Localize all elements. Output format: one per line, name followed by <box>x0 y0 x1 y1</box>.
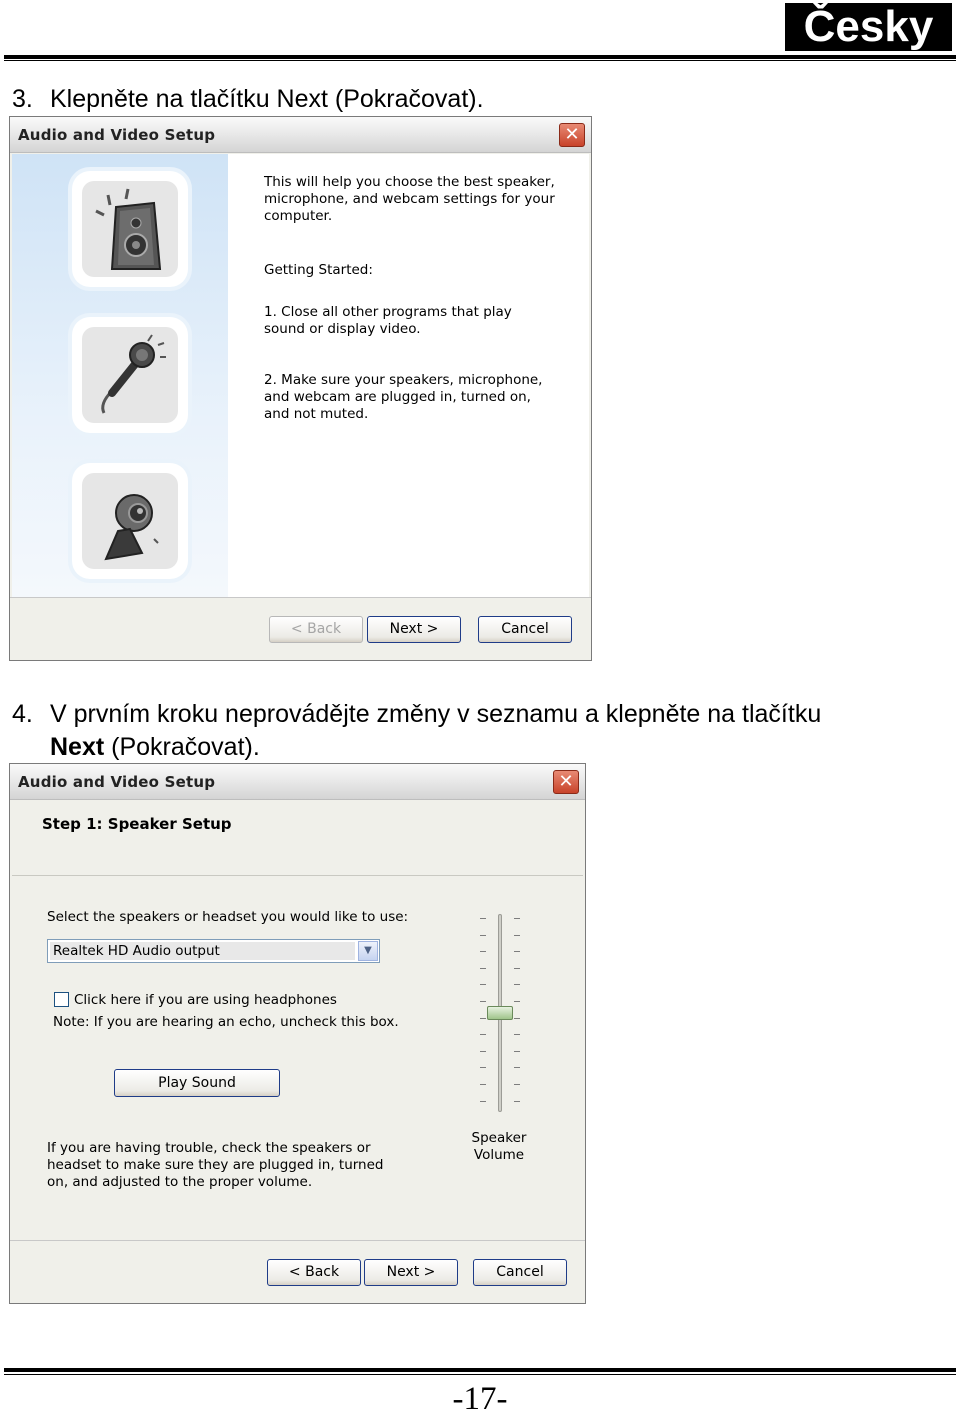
microphone-icon <box>101 334 166 414</box>
title-bar: Audio and Video Setup ✕ <box>10 764 585 800</box>
trouble-text: If you are having trouble, check the spe… <box>47 1140 384 1190</box>
chevron-down-icon[interactable]: ▼ <box>358 941 378 961</box>
step-3: 3. Klepněte na tlačítku Next (Pokračovat)… <box>12 83 484 115</box>
slider-tick <box>480 934 486 936</box>
slider-tick <box>514 984 520 986</box>
slider-tick <box>480 1050 486 1052</box>
sidebar-panel <box>12 154 228 597</box>
close-icon[interactable]: ✕ <box>553 770 579 794</box>
slider-tick <box>514 951 520 953</box>
next-button[interactable]: Next > <box>364 1259 458 1286</box>
footer-divider <box>10 597 591 598</box>
step-number: 3. <box>12 85 33 113</box>
speaker-icon <box>95 188 162 270</box>
footer-divider <box>10 1240 585 1241</box>
step-text-line1: V prvním kroku neprovádějte změny v sezn… <box>50 700 822 728</box>
headphones-checkbox[interactable] <box>54 992 69 1007</box>
slider-tick <box>514 967 520 969</box>
header-rule-thin <box>4 60 956 61</box>
step-number: 4. <box>12 700 33 728</box>
step-header: Step 1: Speaker Setup <box>12 801 583 876</box>
slider-tick <box>514 1034 520 1036</box>
step-4: 4. V prvním kroku neprovádějte změny v se… <box>12 698 821 730</box>
slider-tick <box>514 1001 520 1002</box>
instruction-1: 1. Close all other programs that play so… <box>264 304 512 337</box>
speaker-volume-label: Speaker Volume <box>471 1130 527 1163</box>
step-bold-word: Next <box>50 733 105 761</box>
slider-tick <box>514 1017 520 1019</box>
language-badge: Česky <box>785 3 952 51</box>
close-icon[interactable]: ✕ <box>559 123 585 147</box>
slider-tick <box>480 1017 486 1019</box>
slider-tick <box>514 1067 520 1069</box>
getting-started-label: Getting Started: <box>264 262 373 278</box>
headphones-checkbox-label[interactable]: Click here if you are using headphones <box>74 992 337 1009</box>
step-title: Step 1: Speaker Setup <box>42 815 232 833</box>
slider-tick <box>480 1067 486 1069</box>
step-text: Klepněte na tlačítku Next (Pokračovat). <box>50 85 484 113</box>
intro-text: This will help you choose the best speak… <box>264 174 555 224</box>
cancel-button[interactable]: Cancel <box>478 616 572 643</box>
back-button[interactable]: < Back <box>269 616 363 643</box>
page-number: -17- <box>452 1381 508 1416</box>
speaker-select[interactable]: Realtek HD Audio output ▼ <box>47 939 380 963</box>
slider-tick <box>480 1084 486 1085</box>
volume-slider-thumb[interactable] <box>487 1006 513 1020</box>
step-4-continued: Next (Pokračovat). <box>50 731 260 763</box>
title-bar: Audio and Video Setup ✕ <box>10 117 591 153</box>
step-text-line2: (Pokračovat). <box>104 733 260 761</box>
instruction-2: 2. Make sure your speakers, microphone, … <box>264 372 543 422</box>
slider-tick <box>480 984 486 986</box>
dialog-title: Audio and Video Setup <box>18 773 216 791</box>
webcam-tile <box>72 463 188 579</box>
webcam-icon <box>104 494 159 561</box>
dialog-body: This will help you choose the best speak… <box>12 154 589 597</box>
slider-tick <box>514 918 520 919</box>
footer-rule <box>4 1368 956 1372</box>
slider-tick <box>480 1100 486 1102</box>
speaker-select-value: Realtek HD Audio output <box>50 942 355 960</box>
slider-tick <box>514 1050 520 1052</box>
next-button[interactable]: Next > <box>367 616 461 643</box>
dialog-title: Audio and Video Setup <box>18 126 216 144</box>
slider-tick <box>514 934 520 936</box>
header-rule <box>4 55 956 59</box>
back-button[interactable]: < Back <box>267 1259 361 1286</box>
audio-video-setup-dialog-intro: Audio and Video Setup ✕ This will help y… <box>9 116 592 661</box>
speaker-select-label: Select the speakers or headset you would… <box>47 909 409 925</box>
audio-video-setup-dialog-speaker: Audio and Video Setup ✕ Step 1: Speaker … <box>9 763 586 1304</box>
cancel-button[interactable]: Cancel <box>473 1259 567 1286</box>
speaker-tile <box>72 171 188 287</box>
slider-tick <box>480 1034 486 1036</box>
slider-tick <box>480 1001 486 1002</box>
microphone-tile <box>72 317 188 433</box>
slider-tick <box>480 967 486 969</box>
footer-rule-thin <box>4 1374 956 1375</box>
slider-tick <box>480 918 486 919</box>
echo-note: Note: If you are hearing an echo, unchec… <box>53 1014 399 1030</box>
play-sound-button[interactable]: Play Sound <box>114 1069 280 1097</box>
slider-tick <box>480 951 486 953</box>
slider-tick <box>514 1100 520 1102</box>
slider-tick <box>514 1084 520 1085</box>
